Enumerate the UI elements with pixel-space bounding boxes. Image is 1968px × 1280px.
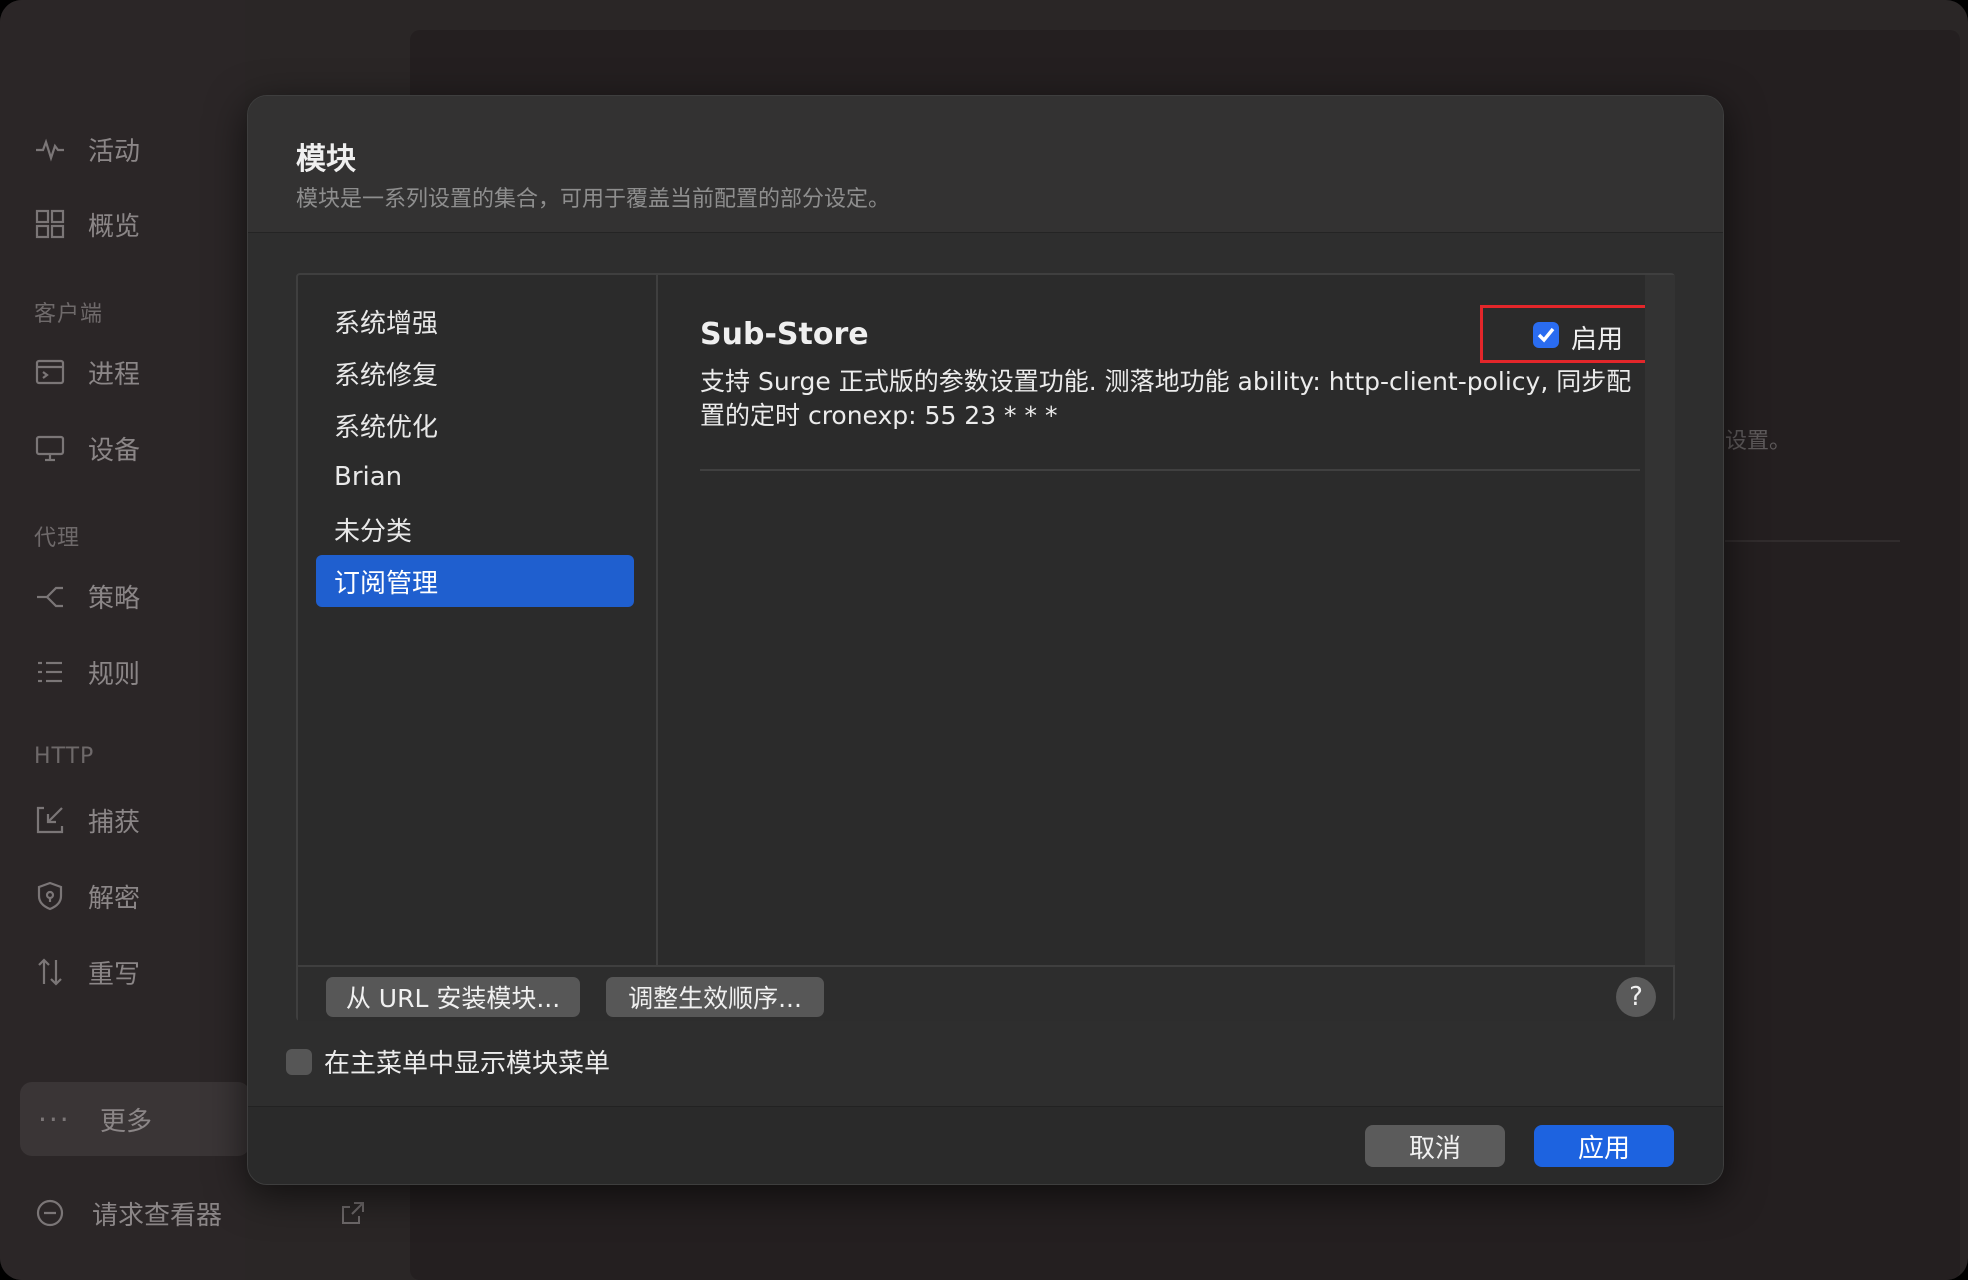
sidebar-item-process[interactable]: 进程 <box>30 347 140 397</box>
sidebar-item-activity[interactable]: 活动 <box>30 124 140 174</box>
sidebar-item-label: 重写 <box>88 959 141 990</box>
module-detail: Sub-Store 启用 支持 Surge 正式版的参数设置功能. 测落地功能 … <box>660 275 1660 965</box>
section-proxy: 代理 <box>34 526 81 551</box>
request-viewer-button[interactable]: 请求查看器 <box>30 1193 222 1233</box>
detail-divider <box>700 469 1640 471</box>
app-window: 活动 概览 客户端 进程 设备 代理 策略 规则 HTTP 捕获 解密 重写 ·… <box>0 0 1968 1280</box>
show-in-menu-checkbox[interactable] <box>286 1048 312 1075</box>
section-http: HTTP <box>34 744 95 769</box>
activity-icon <box>30 129 70 169</box>
install-from-url-button[interactable]: 从 URL 安装模块... <box>326 977 580 1017</box>
sidebar-item-device[interactable]: 设备 <box>30 423 140 473</box>
request-viewer-icon <box>30 1193 70 1233</box>
overview-grid-icon <box>30 204 70 244</box>
cancel-button[interactable]: 取消 <box>1365 1125 1505 1167</box>
capture-icon <box>30 800 70 840</box>
reorder-button[interactable]: 调整生效顺序... <box>606 977 824 1017</box>
sidebar-item-label: 活动 <box>88 136 141 167</box>
module-description: 支持 Surge 正式版的参数设置功能. 测落地功能 ability: http… <box>700 367 1632 430</box>
process-icon <box>30 352 70 392</box>
module-item[interactable]: 系统优化 <box>316 399 634 451</box>
more-dots-icon: ··· <box>38 1102 71 1136</box>
sidebar-item-capture[interactable]: 捕获 <box>30 795 140 845</box>
sidebar-item-policy[interactable]: 策略 <box>30 571 140 621</box>
shield-icon <box>30 876 70 916</box>
show-in-menu-row[interactable]: 在主菜单中显示模块菜单 <box>286 1043 610 1080</box>
sidebar-item-label: 解密 <box>88 883 141 914</box>
sidebar-item-label: 规则 <box>88 659 141 690</box>
rules-list-icon <box>30 652 70 692</box>
module-item[interactable]: Brian <box>316 451 634 503</box>
detail-scrollbar[interactable] <box>1645 275 1675 965</box>
sidebar-item-label: 策略 <box>88 583 141 614</box>
modules-panel: 系统增强 系统修复 系统优化 Brian 未分类 订阅管理 Sub-Store … <box>296 273 1675 1021</box>
sidebar-item-label: 更多 <box>100 1106 153 1137</box>
apply-button[interactable]: 应用 <box>1534 1125 1674 1167</box>
module-item[interactable]: 未分类 <box>316 503 634 555</box>
module-toolbar: 从 URL 安装模块... 调整生效顺序... ? <box>298 965 1673 1021</box>
external-window-icon[interactable] <box>340 1200 366 1226</box>
module-item[interactable]: 系统修复 <box>316 347 634 399</box>
sidebar: 活动 概览 客户端 进程 设备 代理 策略 规则 HTTP 捕获 解密 重写 ·… <box>0 0 364 1280</box>
dialog-title: 模块 <box>296 142 356 177</box>
module-list: 系统增强 系统修复 系统优化 Brian 未分类 订阅管理 <box>298 275 658 965</box>
enable-highlight-box: 启用 <box>1480 305 1655 363</box>
dialog-subtitle: 模块是一系列设置的集合，可用于覆盖当前配置的部分设定。 <box>296 187 891 212</box>
background-divider <box>1725 540 1900 542</box>
help-button[interactable]: ? <box>1616 977 1656 1017</box>
module-item-selected[interactable]: 订阅管理 <box>316 555 634 607</box>
device-monitor-icon <box>30 428 70 468</box>
sidebar-item-label: 概览 <box>88 211 141 242</box>
sidebar-item-label: 设备 <box>88 435 141 466</box>
sidebar-item-more[interactable]: ··· 更多 <box>20 1082 250 1156</box>
module-name: Sub-Store <box>700 317 869 352</box>
sidebar-item-label: 捕获 <box>88 807 141 838</box>
enable-checkbox[interactable] <box>1533 322 1559 348</box>
rewrite-icon <box>30 952 70 992</box>
module-item[interactable]: 系统增强 <box>316 295 634 347</box>
enable-label: 启用 <box>1571 325 1624 355</box>
dialog-header: 模块 模块是一系列设置的集合，可用于覆盖当前配置的部分设定。 <box>248 96 1723 233</box>
sidebar-item-overview[interactable]: 概览 <box>30 199 140 249</box>
background-hint-text: 设置。 <box>1725 429 1792 454</box>
policy-icon <box>30 576 70 616</box>
checkmark-icon <box>1537 327 1555 343</box>
sidebar-item-rules[interactable]: 规则 <box>30 647 140 697</box>
sidebar-item-decrypt[interactable]: 解密 <box>30 871 140 921</box>
modules-dialog: 模块 模块是一系列设置的集合，可用于覆盖当前配置的部分设定。 系统增强 系统修复… <box>247 95 1724 1185</box>
show-in-menu-label: 在主菜单中显示模块菜单 <box>324 1049 611 1079</box>
section-client: 客户端 <box>34 302 104 327</box>
sidebar-item-label: 进程 <box>88 359 141 390</box>
request-viewer-label: 请求查看器 <box>92 1200 223 1231</box>
sidebar-item-rewrite[interactable]: 重写 <box>30 947 140 997</box>
